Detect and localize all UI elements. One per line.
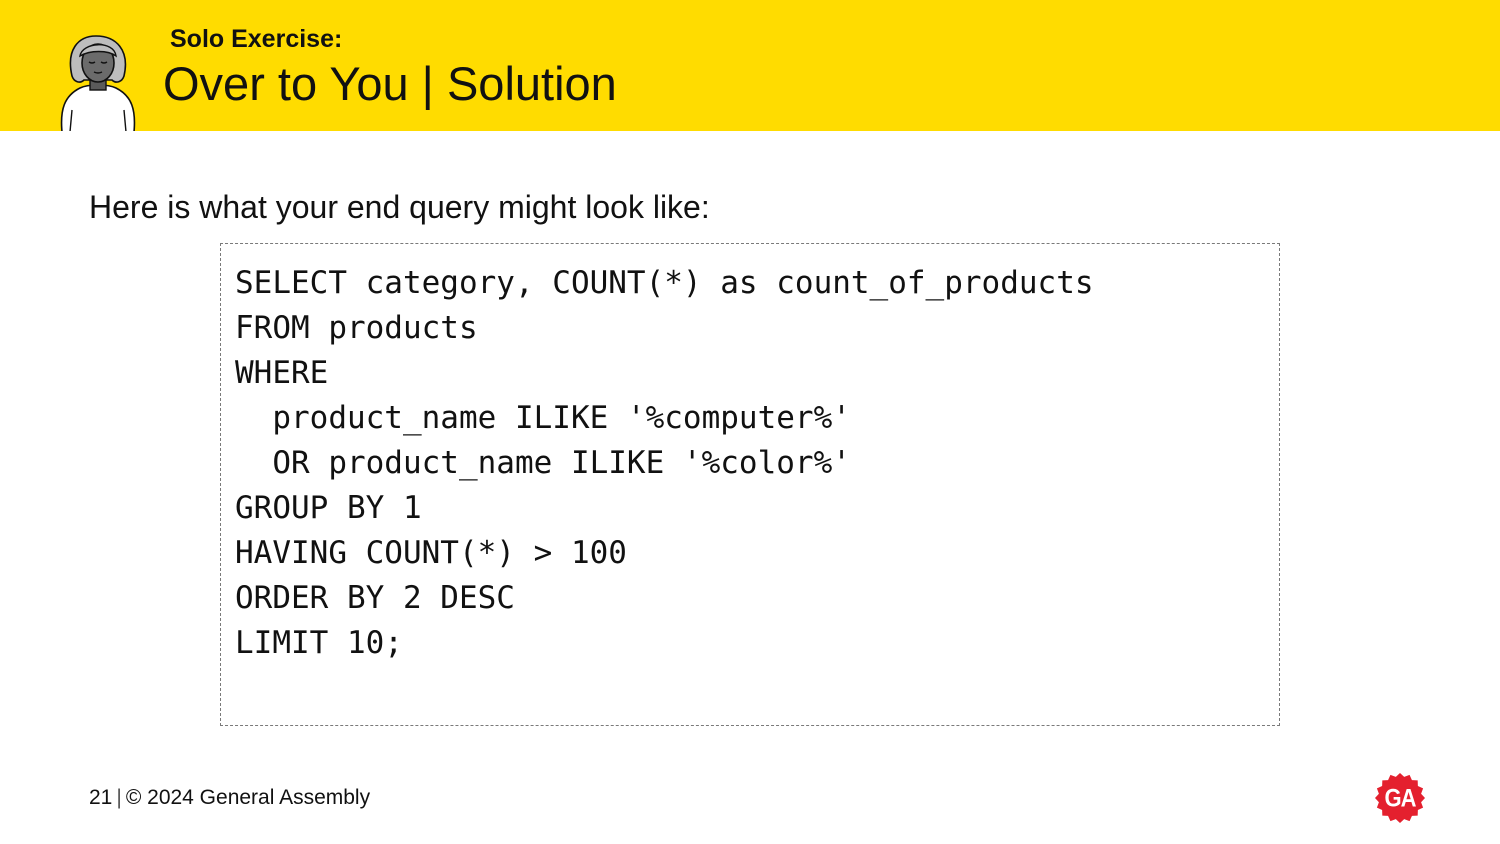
slide-footer: 21 | © 2024 General Assembly: [89, 785, 370, 811]
exercise-eyebrow: Solo Exercise:: [170, 25, 343, 53]
code-line: OR product_name ILIKE '%color%': [235, 445, 851, 481]
code-line: product_name ILIKE '%computer%': [235, 400, 851, 436]
code-line: HAVING COUNT(*) > 100: [235, 535, 627, 571]
code-line: LIMIT 10;: [235, 625, 403, 661]
slide-header: Solo Exercise: Over to You | Solution: [0, 0, 1500, 131]
sql-code-block: SELECT category, COUNT(*) as count_of_pr…: [220, 243, 1280, 726]
code-line: GROUP BY 1: [235, 490, 422, 526]
person-avatar-icon: [60, 35, 136, 131]
page-number: 21: [89, 786, 113, 809]
logo-text: GA: [1385, 785, 1417, 813]
slide-title: Over to You | Solution: [163, 57, 617, 110]
copyright-text: © 2024 General Assembly: [125, 786, 371, 809]
sql-code: SELECT category, COUNT(*) as count_of_pr…: [235, 261, 1094, 666]
code-line: SELECT category, COUNT(*) as count_of_pr…: [235, 265, 1094, 301]
footer-separator: |: [116, 786, 122, 809]
code-line: WHERE: [235, 355, 329, 391]
general-assembly-logo: GA: [1375, 773, 1425, 823]
code-line: FROM products: [235, 310, 478, 346]
intro-text: Here is what your end query might look l…: [89, 189, 710, 225]
code-line: ORDER BY 2 DESC: [235, 580, 515, 616]
